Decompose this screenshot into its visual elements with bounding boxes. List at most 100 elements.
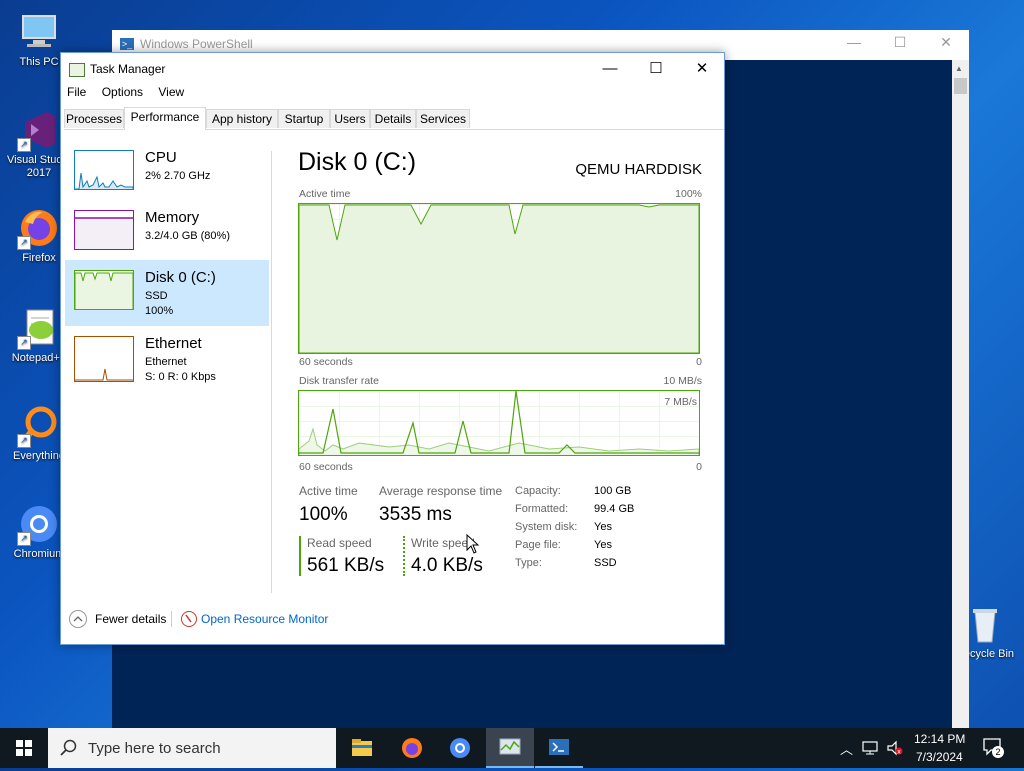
menu-file[interactable]: File: [67, 85, 86, 99]
disk-transfer-rate-graph: [298, 390, 700, 456]
close-button[interactable]: ✕: [924, 34, 968, 51]
shortcut-arrow-icon: ↗: [17, 434, 31, 448]
scrollbar-thumb[interactable]: [954, 78, 967, 94]
tab-details[interactable]: Details: [370, 109, 416, 128]
minimize-button[interactable]: —: [587, 55, 633, 83]
maximize-button[interactable]: ☐: [633, 55, 679, 83]
menu-bar: File Options View: [67, 85, 196, 99]
sidebar-item-subtitle: SSD: [145, 290, 168, 302]
firefox-icon: [402, 738, 422, 758]
start-button[interactable]: [0, 728, 48, 768]
sidebar-item-ethernet[interactable]: Ethernet Ethernet S: 0 R: 0 Kbps: [65, 326, 269, 392]
sidebar-item-name: Disk 0 (C:): [145, 269, 216, 286]
graph-min-label: 0: [696, 461, 702, 473]
vertical-scrollbar[interactable]: ▲: [952, 60, 969, 728]
shortcut-arrow-icon: ↗: [17, 236, 31, 250]
tab-processes[interactable]: Processes: [64, 109, 124, 128]
performance-sidebar: CPU 2% 2.70 GHz Memory 3.2/4.0 GB (80%) …: [61, 130, 273, 580]
minimize-button[interactable]: —: [832, 34, 876, 50]
read-speed-marker: [299, 536, 301, 576]
write-speed-marker: [403, 536, 405, 576]
graph-max-label: 10 MB/s: [663, 375, 702, 387]
taskbar-file-explorer[interactable]: [338, 728, 386, 768]
graph-min-label: 0: [696, 356, 702, 368]
chromium-icon: ↗: [17, 502, 61, 546]
prop-value: 100 GB: [594, 485, 632, 497]
taskbar-powershell[interactable]: [535, 728, 583, 768]
memory-mini-graph: [74, 210, 134, 250]
menu-view[interactable]: View: [158, 85, 184, 99]
graph-label: Active time: [299, 188, 351, 200]
maximize-button[interactable]: ☐: [878, 34, 922, 51]
sidebar-item-detail: 100%: [145, 305, 174, 317]
shortcut-arrow-icon: ↗: [17, 336, 31, 350]
volume-muted-icon[interactable]: x: [886, 740, 904, 756]
prop-label: System disk:: [515, 521, 578, 533]
sidebar-item-detail: S: 0 R: 0 Kbps: [145, 371, 216, 383]
cpu-mini-graph: [74, 150, 134, 190]
shortcut-arrow-icon: ↗: [17, 532, 31, 546]
taskbar-firefox[interactable]: [388, 728, 436, 768]
active-time-graph: [298, 203, 700, 354]
recycle-bin-icon: [963, 602, 1007, 646]
tab-app-history[interactable]: App history: [206, 109, 278, 128]
notification-badge: 2: [992, 746, 1004, 758]
sidebar-item-disk[interactable]: Disk 0 (C:) SSD 100%: [65, 260, 269, 326]
taskbar-chromium[interactable]: [436, 728, 484, 768]
sidebar-item-subtitle: 2% 2.70 GHz: [145, 170, 211, 182]
task-manager-icon: [69, 63, 85, 77]
powershell-title: Windows PowerShell: [140, 37, 253, 51]
resource-monitor-icon: [181, 611, 197, 627]
tab-performance[interactable]: Performance: [124, 107, 206, 130]
graph-max-label: 100%: [675, 188, 702, 200]
computer-icon: [17, 10, 61, 54]
prop-label: Page file:: [515, 539, 561, 551]
sidebar-item-name: Ethernet: [145, 335, 202, 352]
footer-separator: [171, 611, 172, 627]
tab-users[interactable]: Users: [330, 109, 370, 128]
menu-options[interactable]: Options: [102, 85, 143, 99]
clock-time[interactable]: 12:14 PM: [914, 732, 965, 746]
task-manager-window[interactable]: Task Manager — ☐ ✕ File Options View Pro…: [60, 52, 725, 645]
everything-search-icon: ↗: [17, 404, 61, 448]
tab-strip: Processes Performance App history Startu…: [64, 107, 724, 130]
taskbar-search-box[interactable]: Type here to search: [48, 728, 336, 768]
tab-services[interactable]: Services: [416, 109, 470, 128]
scroll-up-arrow-icon[interactable]: ▲: [955, 64, 963, 73]
sidebar-item-memory[interactable]: Memory 3.2/4.0 GB (80%): [65, 200, 269, 266]
tab-startup[interactable]: Startup: [278, 109, 330, 128]
sidebar-item-cpu[interactable]: CPU 2% 2.70 GHz: [65, 140, 269, 206]
disk-title: Disk 0 (C:): [298, 148, 417, 176]
powershell-icon: [549, 739, 569, 755]
svg-text:x: x: [897, 748, 901, 755]
task-manager-icon: [499, 738, 521, 755]
shortcut-arrow-icon: ↗: [17, 138, 31, 152]
fewer-details-button[interactable]: Fewer details: [95, 612, 166, 626]
prop-value: Yes: [594, 539, 612, 551]
mouse-cursor-icon: [466, 534, 480, 554]
prop-label: Type:: [515, 557, 542, 569]
notepad-plus-plus-icon: ↗: [17, 306, 61, 350]
clock-date[interactable]: 7/3/2024: [916, 750, 963, 764]
ethernet-mini-graph: [74, 336, 134, 382]
windows-logo-icon: [16, 740, 32, 756]
search-icon: [60, 739, 77, 756]
sidebar-divider: [271, 151, 272, 593]
show-hidden-icons-chevron-icon[interactable]: ︿: [840, 739, 853, 758]
open-resource-monitor-link[interactable]: Open Resource Monitor: [201, 612, 328, 626]
close-button[interactable]: ✕: [679, 55, 725, 83]
stat-label-read-speed: Read speed: [307, 536, 372, 550]
network-icon[interactable]: [862, 740, 880, 756]
chevron-up-icon[interactable]: [69, 610, 87, 628]
notification-center-button[interactable]: 2: [982, 736, 1004, 758]
visual-studio-icon: ↗: [17, 108, 61, 152]
stat-label-avg-response: Average response time: [379, 484, 503, 498]
sidebar-item-name: Memory: [145, 209, 200, 226]
window-title: Task Manager: [90, 62, 166, 76]
stat-value-write-speed: 4.0 KB/s: [411, 555, 483, 576]
stat-value-avg-response: 3535 ms: [379, 504, 452, 525]
task-manager-titlebar[interactable]: Task Manager — ☐ ✕: [61, 53, 724, 83]
sidebar-item-subtitle: Ethernet: [145, 356, 187, 368]
disk-model: QEMU HARDDISK: [575, 161, 702, 178]
taskbar-task-manager[interactable]: [486, 728, 534, 768]
